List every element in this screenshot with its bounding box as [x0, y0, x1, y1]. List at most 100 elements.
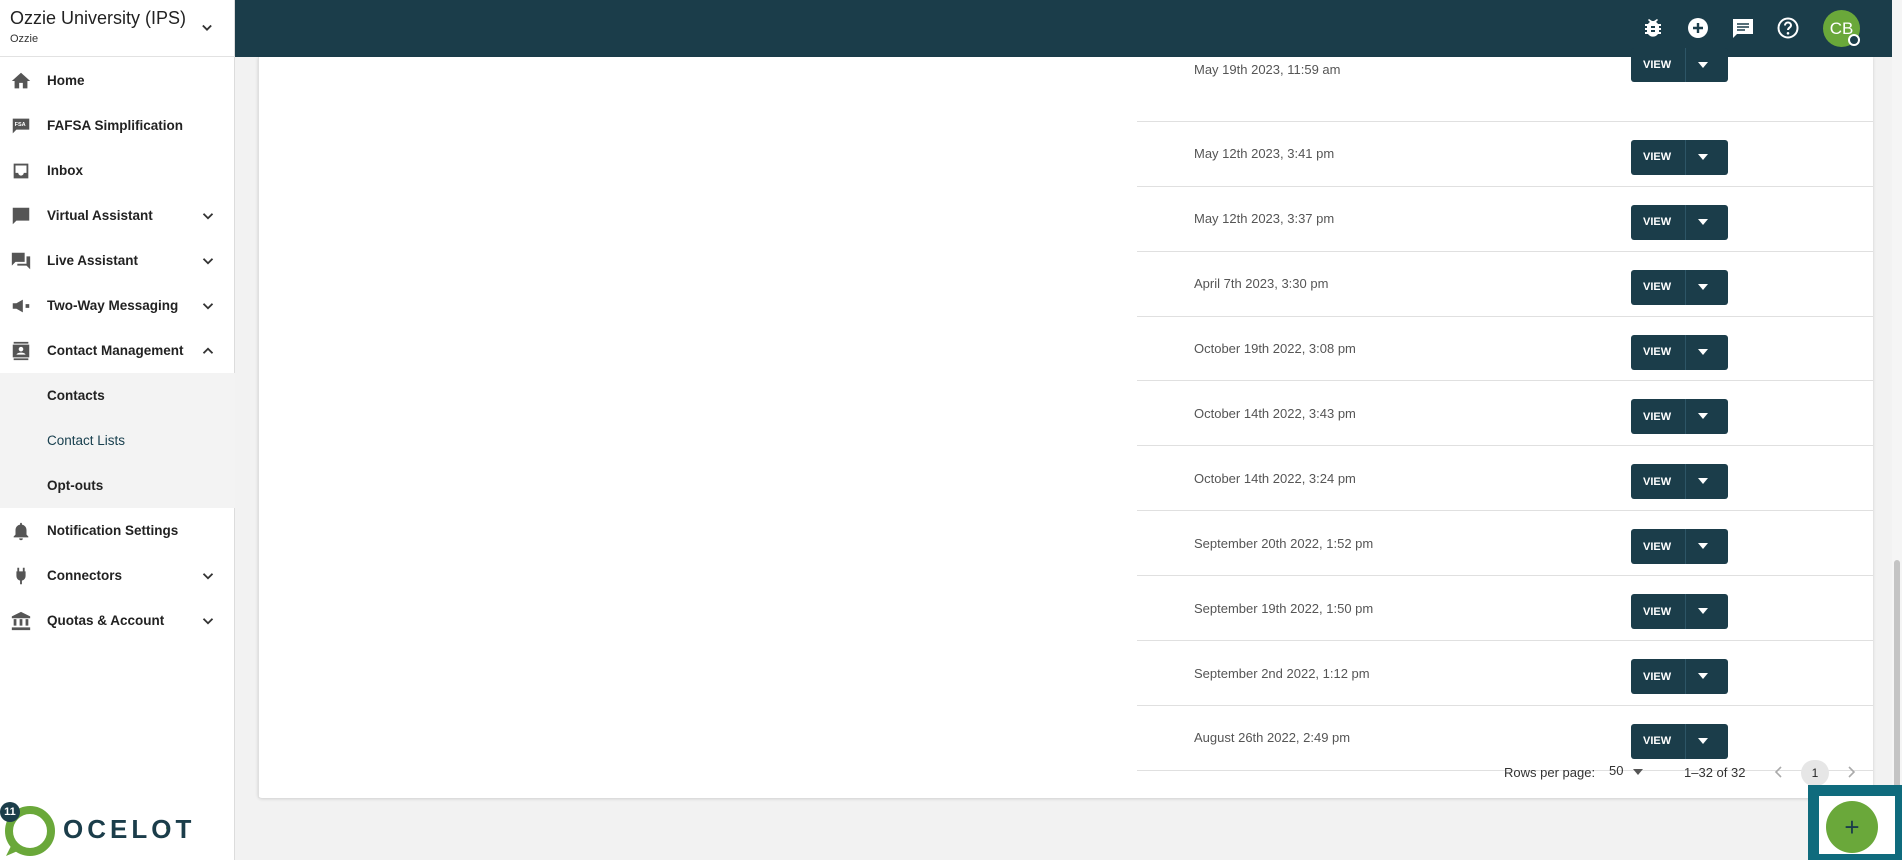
button-divider	[1685, 659, 1686, 695]
sidebar-item-two-way-messaging[interactable]: Two-Way Messaging	[0, 283, 235, 328]
view-button-label[interactable]: VIEW	[1643, 399, 1671, 434]
chevron-up-icon[interactable]	[199, 342, 217, 360]
chevron-down-icon[interactable]	[199, 207, 217, 225]
button-divider	[1685, 399, 1686, 435]
view-split-button[interactable]: VIEW	[1631, 48, 1728, 82]
sidebar-item-virtual-assistant[interactable]: Virtual Assistant	[0, 193, 235, 238]
notification-count-badge[interactable]: 11	[0, 802, 20, 822]
view-button-label[interactable]: VIEW	[1643, 594, 1671, 629]
sidebar-item-quotas-account[interactable]: Quotas & Account	[0, 598, 235, 643]
row-date: September 19th 2022, 1:50 pm	[1194, 600, 1374, 616]
view-button-label[interactable]: VIEW	[1643, 270, 1671, 305]
chevron-down-icon[interactable]	[199, 612, 217, 630]
caret-down-icon[interactable]	[1698, 283, 1708, 290]
view-button-label[interactable]: VIEW	[1643, 48, 1671, 82]
view-split-button[interactable]: VIEW	[1631, 139, 1728, 175]
sidebar-item-label: Two-Way Messaging	[47, 298, 179, 313]
view-button-label[interactable]: VIEW	[1643, 335, 1671, 370]
card-edge	[258, 57, 259, 798]
caret-down-icon[interactable]	[1698, 673, 1708, 680]
button-divider	[1685, 334, 1686, 370]
caret-down-icon[interactable]	[1698, 478, 1708, 485]
row-date: May 12th 2023, 3:41 pm	[1194, 146, 1335, 162]
bug-icon[interactable]	[1641, 16, 1665, 40]
caret-down-icon[interactable]	[1698, 413, 1708, 420]
contact-card-icon	[12, 341, 30, 361]
svg-text:FSA: FSA	[15, 122, 26, 128]
chevron-down-icon[interactable]	[199, 297, 217, 315]
table-row: May 19th 2023, 11:59 am VIEW	[1137, 48, 1873, 122]
sidebar-item-connectors[interactable]: Connectors	[0, 553, 235, 598]
sidebar-item-label: FAFSA Simplification	[47, 118, 184, 133]
caret-down-icon[interactable]	[1633, 769, 1643, 775]
chevron-down-icon[interactable]	[197, 18, 217, 38]
plug-icon	[16, 567, 26, 585]
button-divider	[1685, 529, 1686, 565]
table-row: September 19th 2022, 1:50 pm VIEW	[1137, 576, 1873, 642]
view-split-button[interactable]: VIEW	[1631, 464, 1728, 500]
sidebar-item-contacts[interactable]: Contacts	[0, 373, 235, 418]
table-row: May 12th 2023, 3:41 pm VIEW	[1137, 122, 1873, 187]
button-divider	[1685, 48, 1686, 82]
sidebar-item-label: Home	[47, 73, 85, 88]
sidebar-item-contact-management[interactable]: Contact Management	[0, 328, 235, 373]
page-number[interactable]: 1	[1801, 760, 1829, 786]
org-switcher[interactable]: Ozzie University (IPS) Ozzie	[0, 0, 235, 57]
caret-down-icon[interactable]	[1698, 218, 1708, 225]
sidebar-item-home[interactable]: Home	[0, 58, 235, 103]
chevron-down-icon[interactable]	[199, 252, 217, 270]
add-circle-icon[interactable]	[1686, 16, 1710, 40]
view-split-button[interactable]: VIEW	[1631, 659, 1728, 695]
sidebar-item-label: Virtual Assistant	[47, 208, 153, 223]
caret-down-icon[interactable]	[1698, 608, 1708, 615]
rows-per-page-label: Rows per page:	[1504, 765, 1596, 780]
table-row: May 12th 2023, 3:37 pm VIEW	[1137, 187, 1873, 252]
status-indicator	[1848, 34, 1860, 46]
view-button-label[interactable]: VIEW	[1643, 464, 1671, 499]
caret-down-icon[interactable]	[1698, 348, 1708, 355]
sidebar-item-contact-lists[interactable]: Contact Lists	[0, 418, 235, 463]
view-split-button[interactable]: VIEW	[1631, 269, 1728, 305]
help-icon[interactable]	[1776, 16, 1800, 40]
rows-per-page-select[interactable]: 50	[1609, 763, 1623, 778]
chevron-down-icon[interactable]	[199, 567, 217, 585]
view-split-button[interactable]: VIEW	[1631, 529, 1728, 565]
add-fab-button[interactable]: +	[1826, 801, 1878, 853]
sidebar-item-fafsa[interactable]: FSA FAFSA Simplification	[0, 103, 235, 148]
view-split-button[interactable]: VIEW	[1631, 594, 1728, 630]
forum-icon	[11, 252, 31, 270]
sidebar-item-label: Contact Lists	[47, 433, 126, 448]
sidebar-item-inbox[interactable]: Inbox	[0, 148, 235, 193]
chevron-right-icon[interactable]	[1844, 764, 1858, 780]
view-button-label[interactable]: VIEW	[1643, 140, 1671, 175]
history-table: May 19th 2023, 11:59 am VIEW May 12th 2023…	[1137, 48, 1873, 771]
view-button-label[interactable]: VIEW	[1643, 205, 1671, 240]
sidebar-item-live-assistant[interactable]: Live Assistant	[0, 238, 235, 283]
view-button-label[interactable]: VIEW	[1643, 529, 1671, 564]
chevron-left-icon[interactable]	[1772, 764, 1786, 780]
sidebar-item-label: Notification Settings	[47, 523, 179, 538]
view-button-label[interactable]: VIEW	[1643, 659, 1671, 694]
caret-down-icon[interactable]	[1698, 153, 1708, 160]
row-date: October 14th 2022, 3:24 pm	[1194, 470, 1356, 486]
row-date: October 19th 2022, 3:08 pm	[1194, 341, 1356, 357]
caret-down-icon[interactable]	[1698, 737, 1708, 744]
feedback-icon[interactable]	[1731, 16, 1755, 40]
table-row: September 20th 2022, 1:52 pm VIEW	[1137, 511, 1873, 577]
sidebar: Ozzie University (IPS) Ozzie Home FSA FA…	[0, 0, 235, 860]
button-divider	[1685, 464, 1686, 500]
sidebar-item-notification-settings[interactable]: Notification Settings	[0, 508, 235, 553]
view-split-button[interactable]: VIEW	[1631, 399, 1728, 435]
ocelot-logo-text: OCELOT	[63, 814, 196, 844]
home-icon	[11, 72, 31, 89]
sidebar-item-opt-outs[interactable]: Opt-outs	[0, 463, 235, 508]
button-divider	[1685, 594, 1686, 630]
sidebar-item-label: Opt-outs	[47, 478, 104, 493]
caret-down-icon[interactable]	[1698, 543, 1708, 550]
inbox-icon	[13, 163, 29, 179]
bank-icon	[11, 611, 31, 631]
view-split-button[interactable]: VIEW	[1631, 334, 1728, 370]
table-row: October 19th 2022, 3:08 pm VIEW	[1137, 317, 1873, 382]
caret-down-icon[interactable]	[1698, 62, 1708, 68]
view-split-button[interactable]: VIEW	[1631, 204, 1728, 240]
